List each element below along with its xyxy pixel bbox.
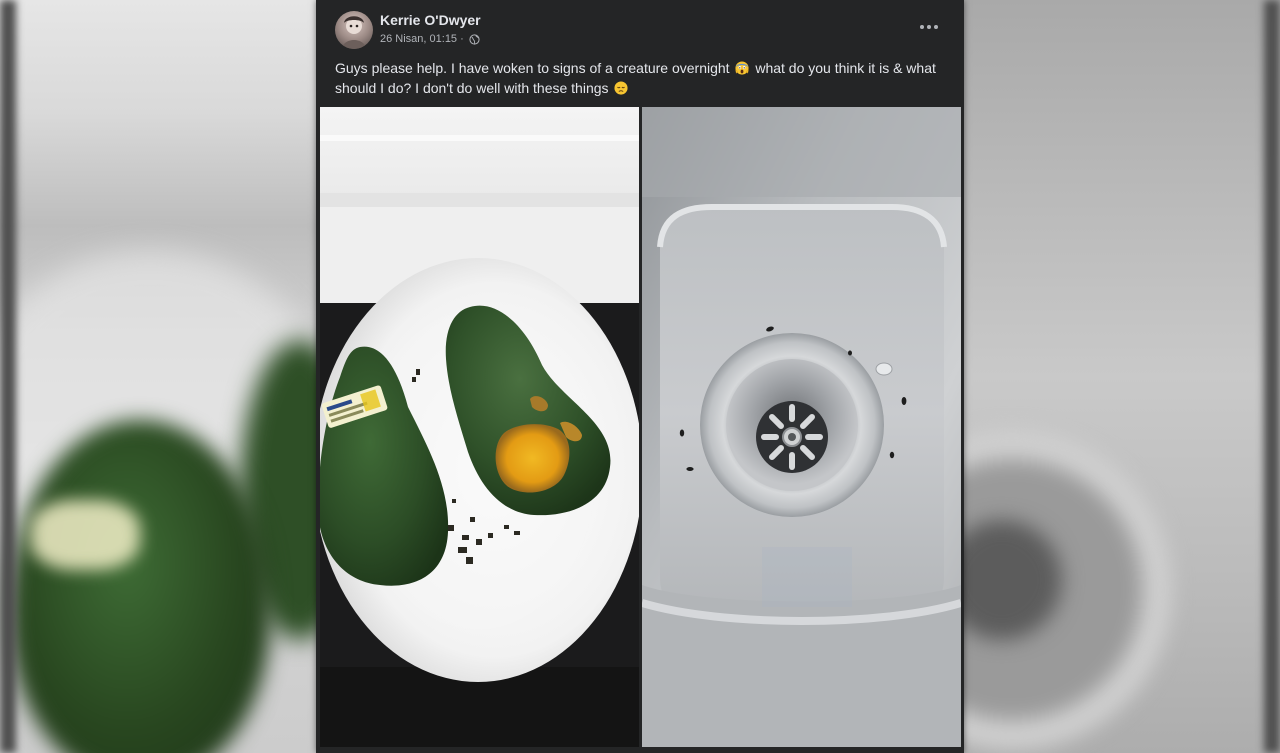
meta-separator: ·	[460, 33, 464, 45]
globe-icon	[469, 33, 480, 45]
blurred-background-left	[0, 0, 320, 753]
author-name[interactable]: Kerrie O'Dwyer	[380, 12, 481, 28]
screenshot-stage: Kerrie O'Dwyer 26 Nisan, 01:15 · Guys pl…	[0, 0, 1280, 753]
post-meta: 26 Nisan, 01:15 ·	[380, 33, 480, 45]
post-header: Kerrie O'Dwyer 26 Nisan, 01:15 ·	[316, 0, 964, 58]
post-date[interactable]: 26 Nisan, 01:15	[380, 33, 457, 45]
scream-face-emoji	[735, 61, 750, 75]
post-message: Guys please help. I have woken to signs …	[335, 58, 947, 98]
more-horizontal-icon	[920, 25, 924, 29]
blurred-background-right	[962, 0, 1280, 753]
avocados-on-plate-photo[interactable]	[320, 107, 639, 747]
avatar[interactable]	[335, 11, 373, 49]
post-text-part1: Guys please help. I have woken to signs …	[335, 60, 734, 76]
sink-drain-photo[interactable]	[642, 107, 961, 747]
more-options-button[interactable]	[914, 16, 944, 38]
disappointed-face-emoji	[614, 81, 628, 95]
facebook-post-card: Kerrie O'Dwyer 26 Nisan, 01:15 · Guys pl…	[316, 0, 964, 753]
